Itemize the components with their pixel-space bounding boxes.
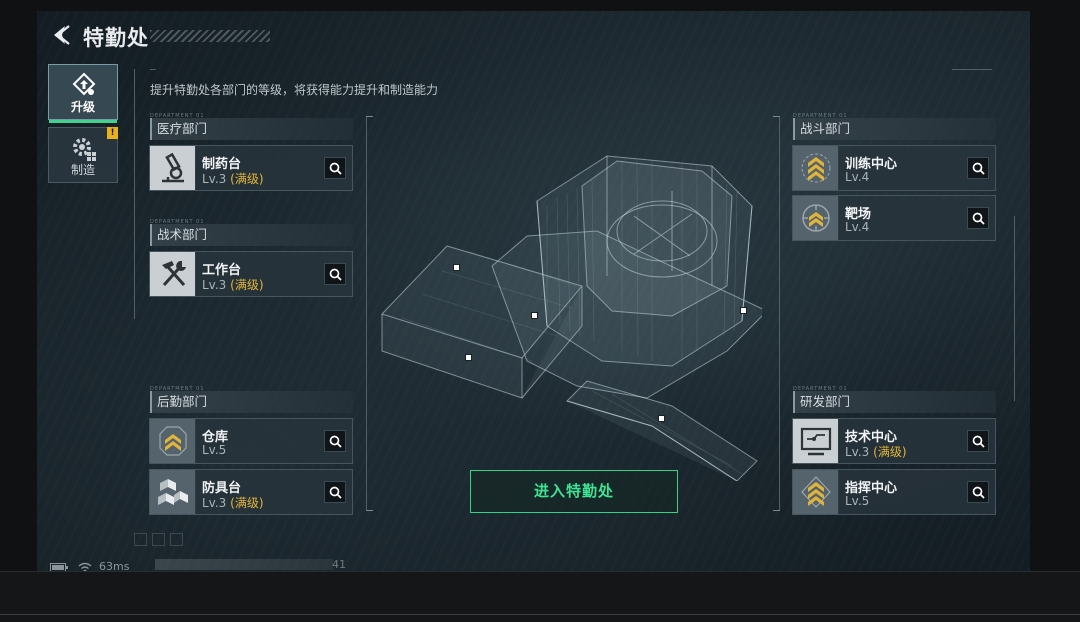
frame-line: [150, 69, 156, 70]
section-medical: 医疗部门: [150, 118, 353, 140]
map-marker-dot[interactable]: [531, 312, 538, 319]
facility-level: Lv.4: [845, 220, 870, 234]
facility-card-training-center[interactable]: 训练中心 Lv.4: [792, 145, 996, 191]
page-subtitle: 提升特勤处各部门的等级，将获得能力提升和制造能力: [150, 83, 439, 97]
frame-line: [366, 116, 367, 511]
facility-level: Lv.3 (满级): [845, 445, 907, 459]
computer-icon: [793, 419, 839, 463]
section-tactical: 战术部门: [150, 224, 353, 246]
tools-icon: [150, 252, 196, 296]
frame-tick: [773, 116, 780, 117]
title-hatch-decoration: [150, 30, 270, 42]
chevron-rank-icon: [793, 470, 839, 514]
frame-tick: [366, 510, 373, 511]
frame-line: [1014, 216, 1015, 401]
search-icon[interactable]: [324, 157, 346, 179]
frame-line: [134, 69, 135, 319]
search-icon[interactable]: [967, 481, 989, 503]
search-icon[interactable]: [324, 481, 346, 503]
enter-headquarters-button[interactable]: 进入特勤处: [470, 470, 678, 513]
page-title: 特勤处: [83, 26, 149, 50]
section-logistics: 后勤部门: [150, 391, 353, 413]
wifi-icon: [78, 562, 91, 571]
game-screen: 特勤处 升级 制造 ! 提升特勤处各部门的等级，将获得能力提升和制造能力 DEP…: [37, 11, 1030, 571]
upgrade-icon: [72, 72, 96, 96]
facility-card-armor-bench[interactable]: 防具台 Lv.3 (满级): [149, 469, 353, 515]
tab-upgrade[interactable]: 升级: [48, 64, 118, 123]
back-arrow-icon[interactable]: [49, 23, 73, 47]
map-marker-dot[interactable]: [740, 307, 747, 314]
alert-badge: !: [107, 127, 118, 139]
status-number: 41: [332, 558, 346, 571]
section-combat: 战斗部门: [793, 118, 996, 140]
frame-line: [952, 69, 992, 70]
search-icon[interactable]: [324, 430, 346, 452]
chevron-rank-icon: [793, 146, 839, 190]
facility-level: Lv.3 (满级): [202, 172, 264, 186]
tab-manufacture-label: 制造: [70, 163, 95, 177]
map-marker-dot[interactable]: [465, 354, 472, 361]
facility-level: Lv.3 (满级): [202, 496, 264, 510]
tab-upgrade-label: 升级: [70, 100, 95, 114]
status-blur-bar: [155, 559, 333, 570]
ping-value: 63ms: [99, 560, 130, 571]
gear-icon: [73, 138, 96, 161]
tab-manufacture[interactable]: 制造 !: [48, 127, 118, 183]
map-marker-dot[interactable]: [453, 264, 460, 271]
frame-tick: [773, 510, 780, 511]
search-icon[interactable]: [967, 207, 989, 229]
frame-tick: [366, 116, 373, 117]
headquarters-wireframe-model: [381, 155, 762, 481]
facility-level: Lv.5: [845, 494, 870, 508]
search-icon[interactable]: [967, 157, 989, 179]
facility-card-tech-center[interactable]: 技术中心 Lv.3 (满级): [792, 418, 996, 464]
search-icon[interactable]: [967, 430, 989, 452]
facility-level: Lv.3 (满级): [202, 278, 264, 292]
battery-icon: [50, 562, 68, 571]
bottom-divider: [0, 614, 1080, 615]
target-rank-icon: [793, 196, 839, 240]
microscope-icon: [150, 146, 196, 190]
search-icon[interactable]: [324, 263, 346, 285]
facility-card-pharmacy[interactable]: 制药台 Lv.3 (满级): [149, 145, 353, 191]
facility-card-warehouse[interactable]: 仓库 Lv.5: [149, 418, 353, 464]
chevron-rank-icon: [150, 419, 196, 463]
section-research: 研发部门: [793, 391, 996, 413]
network-status: 63ms: [50, 560, 129, 571]
frame-line: [779, 116, 780, 511]
facility-card-shooting-range[interactable]: 靶场 Lv.4: [792, 195, 996, 241]
boxes-icon: [150, 470, 196, 514]
facility-level: Lv.5: [202, 443, 227, 457]
facility-level: Lv.4: [845, 170, 870, 184]
map-marker-dot[interactable]: [658, 415, 665, 422]
facility-card-workbench[interactable]: 工作台 Lv.3 (满级): [149, 251, 353, 297]
facility-card-command-center[interactable]: 指挥中心 Lv.5: [792, 469, 996, 515]
